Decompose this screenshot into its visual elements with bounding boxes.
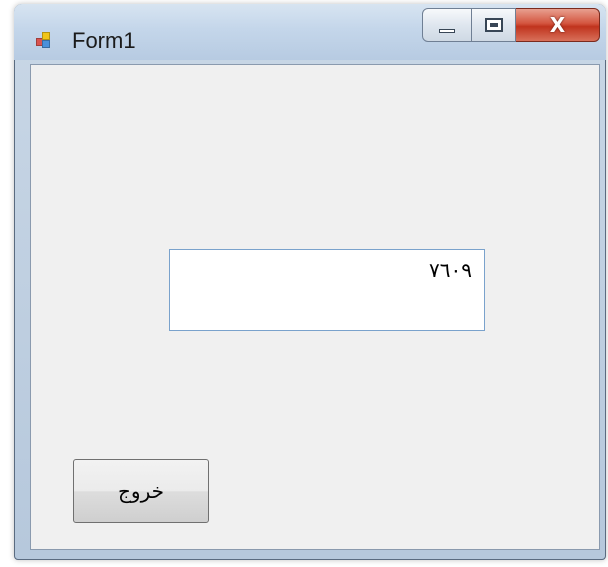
form-client-area: ٧٦٠٩ خروج <box>30 64 600 550</box>
value-textbox[interactable]: ٧٦٠٩ <box>169 249 485 331</box>
maximize-button[interactable] <box>472 8 516 42</box>
close-icon: X <box>549 13 566 37</box>
form-window: Form1 X ٧٦٠٩ خروج <box>14 4 606 560</box>
title-bar[interactable]: Form1 X <box>14 4 606 60</box>
app-icon <box>36 32 54 50</box>
minimize-icon <box>439 29 455 33</box>
maximize-icon <box>484 18 503 32</box>
close-button[interactable]: X <box>516 8 600 42</box>
window-title: Form1 <box>72 28 136 53</box>
caption-buttons: X <box>422 8 600 42</box>
minimize-button[interactable] <box>422 8 472 42</box>
exit-button[interactable]: خروج <box>73 459 209 523</box>
